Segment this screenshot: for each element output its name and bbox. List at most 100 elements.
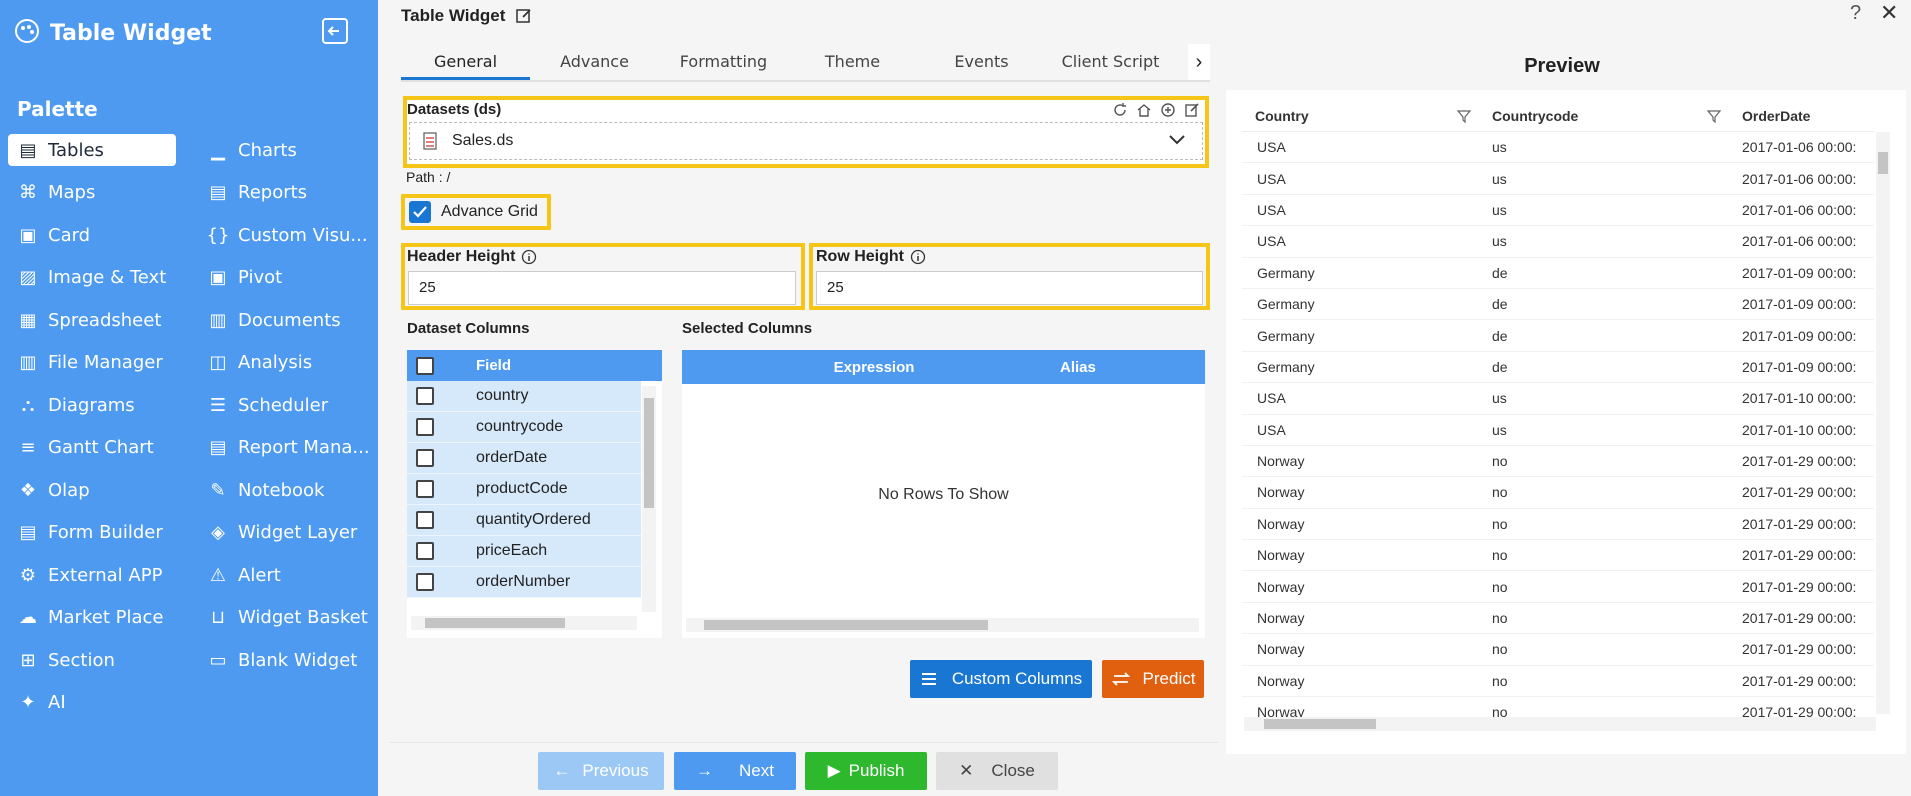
help-icon[interactable]: ? [1850, 2, 1861, 25]
sidebar-item-gantt-chart[interactable]: ≡ Gantt Chart [8, 432, 153, 464]
list-item[interactable]: productCode [407, 474, 641, 505]
tab-general[interactable]: General [401, 44, 530, 80]
table-cell: Germany [1257, 358, 1315, 375]
sidebar-item-report-mana[interactable]: ▤ Report Mana... [198, 432, 369, 464]
refresh-icon[interactable] [1110, 100, 1130, 120]
sidebar-item-label: Blank Widget [238, 649, 358, 671]
table-widget-logo-icon [14, 18, 40, 49]
table-cell: Norway [1257, 672, 1305, 689]
list-item[interactable]: countrycode [407, 412, 641, 443]
row-checkbox[interactable] [416, 511, 434, 529]
table-row: Norway no 2017-01-29 00:00: [1242, 666, 1874, 698]
sidebar-item-market-place[interactable]: ☁ Market Place [8, 602, 163, 634]
spreadsheet-icon: ▦ [19, 309, 37, 331]
filter-icon[interactable] [1457, 109, 1492, 123]
previous-button[interactable]: ← Previous [538, 752, 664, 790]
table-cell: 2017-01-29 00:00: [1742, 547, 1857, 564]
vertical-scrollbar[interactable] [1876, 132, 1890, 714]
row-height-input[interactable]: 25 [816, 271, 1203, 305]
sidebar-item-reports[interactable]: ▤ Reports [198, 177, 307, 209]
filter-icon[interactable] [1707, 109, 1742, 123]
tab-client-script[interactable]: Client Script [1046, 44, 1175, 80]
edit-title-icon[interactable] [515, 7, 533, 25]
list-item[interactable]: quantityOrdered [407, 505, 641, 536]
table-cell: 2017-01-10 00:00: [1742, 390, 1857, 407]
next-button[interactable]: → Next [674, 752, 796, 790]
sidebar-item-pivot[interactable]: ▣ Pivot [198, 262, 282, 294]
chevron-down-icon[interactable] [1168, 132, 1186, 151]
row-checkbox[interactable] [416, 418, 434, 436]
list-item[interactable]: country [407, 381, 641, 412]
header-height-label: Header Height [407, 248, 537, 266]
table-cell: 2017-01-29 00:00: [1742, 578, 1857, 595]
play-icon: ▶ [827, 761, 841, 780]
close-button[interactable]: ✕ Close [936, 752, 1058, 790]
sidebar-item-diagrams[interactable]: ⛬ Diagrams [8, 389, 135, 421]
sidebar-item-label: Widget Basket [238, 607, 368, 628]
row-checkbox[interactable] [416, 449, 434, 467]
row-checkbox[interactable] [416, 573, 434, 591]
sidebar-item-external-app[interactable]: ⚙ External APP [8, 559, 163, 591]
list-item[interactable]: orderDate [407, 443, 641, 474]
sidebar-item-widget-layer[interactable]: ◈ Widget Layer [198, 517, 357, 549]
selected-columns-label: Selected Columns [682, 320, 813, 337]
close-label: Close [991, 761, 1035, 780]
list-item[interactable]: orderNumber [407, 567, 641, 598]
sidebar-item-analysis[interactable]: ◫ Analysis [198, 347, 312, 379]
row-checkbox[interactable] [416, 387, 434, 405]
sidebar-item-section[interactable]: ⊞ Section [8, 644, 114, 676]
sidebar-item-image-text[interactable]: ▨ Image & Text [8, 262, 166, 294]
sidebar-item-scheduler[interactable]: ☰ Scheduler [198, 389, 328, 421]
close-window-icon[interactable]: ✕ [1880, 0, 1898, 26]
sidebar-item-spreadsheet[interactable]: ▦ Spreadsheet [8, 304, 161, 336]
home-icon[interactable] [1134, 100, 1154, 120]
header-height-input[interactable]: 25 [408, 271, 796, 305]
table-cell: no [1492, 547, 1508, 564]
sidebar-item-notebook[interactable]: ✎ Notebook [198, 474, 324, 506]
sidebar-item-widget-basket[interactable]: ⊔ Widget Basket [198, 602, 368, 634]
field-name: countrycode [476, 418, 564, 435]
predict-button[interactable]: Predict [1102, 660, 1204, 698]
sidebar-item-maps[interactable]: ⌘ Maps [8, 177, 95, 209]
tab-theme[interactable]: Theme [788, 44, 917, 80]
table-row: USA us 2017-01-10 00:00: [1242, 415, 1874, 446]
sidebar-item-blank-widget[interactable]: ▭ Blank Widget [198, 644, 357, 676]
advance-grid-checkbox[interactable] [409, 201, 431, 223]
sidebar-item-file-manager[interactable]: ▥ File Manager [8, 347, 162, 379]
gantt-icon: ≡ [20, 437, 36, 458]
sidebar-item-label: Spreadsheet [48, 309, 162, 331]
tab-formatting[interactable]: Formatting [659, 44, 788, 80]
row-checkbox[interactable] [416, 480, 434, 498]
vertical-scrollbar[interactable] [642, 386, 656, 612]
dataset-select[interactable]: Sales.ds [409, 122, 1203, 160]
table-cell: Germany [1257, 327, 1315, 344]
sidebar-item-charts[interactable]: ▁ Charts [198, 134, 297, 166]
collapse-sidebar-icon[interactable] [322, 18, 348, 44]
sidebar-item-olap[interactable]: ❖ Olap [8, 474, 90, 506]
sidebar-item-tables[interactable]: ▤ Tables [8, 134, 176, 166]
edit-dataset-icon[interactable] [1182, 100, 1202, 120]
tab-advance[interactable]: Advance [530, 44, 659, 80]
swap-arrows-icon [1111, 671, 1131, 687]
sidebar-item-card[interactable]: ▣ Card [8, 219, 90, 251]
horizontal-scrollbar[interactable] [686, 618, 1199, 632]
list-icon [920, 671, 938, 687]
tab-events[interactable]: Events [917, 44, 1046, 80]
publish-button[interactable]: ▶ Publish [805, 752, 927, 790]
sidebar-item-ai[interactable]: ✦ AI [8, 687, 65, 719]
sidebar: Table Widget Palette ▤ Tables ⌘ Maps ▣ Card ▨ I… [0, 0, 378, 796]
sidebar-item-custom-visu[interactable]: {} Custom Visu... [198, 219, 368, 251]
horizontal-scrollbar[interactable] [1244, 717, 1876, 731]
list-item[interactable]: priceEach [407, 536, 641, 567]
sidebar-item-label: External APP [48, 564, 163, 586]
table-cell: 2017-01-06 00:00: [1742, 233, 1857, 250]
sidebar-item-alert[interactable]: ⚠ Alert [198, 559, 281, 591]
add-circle-icon[interactable] [1158, 100, 1178, 120]
horizontal-scrollbar[interactable] [411, 616, 637, 630]
select-all-checkbox[interactable] [416, 356, 434, 375]
row-checkbox[interactable] [416, 542, 434, 560]
custom-columns-button[interactable]: Custom Columns [910, 660, 1092, 698]
tab-scroll-right-icon[interactable]: › [1188, 44, 1210, 80]
sidebar-item-documents[interactable]: ▥ Documents [198, 304, 340, 336]
sidebar-item-form-builder[interactable]: ▤ Form Builder [8, 517, 162, 549]
